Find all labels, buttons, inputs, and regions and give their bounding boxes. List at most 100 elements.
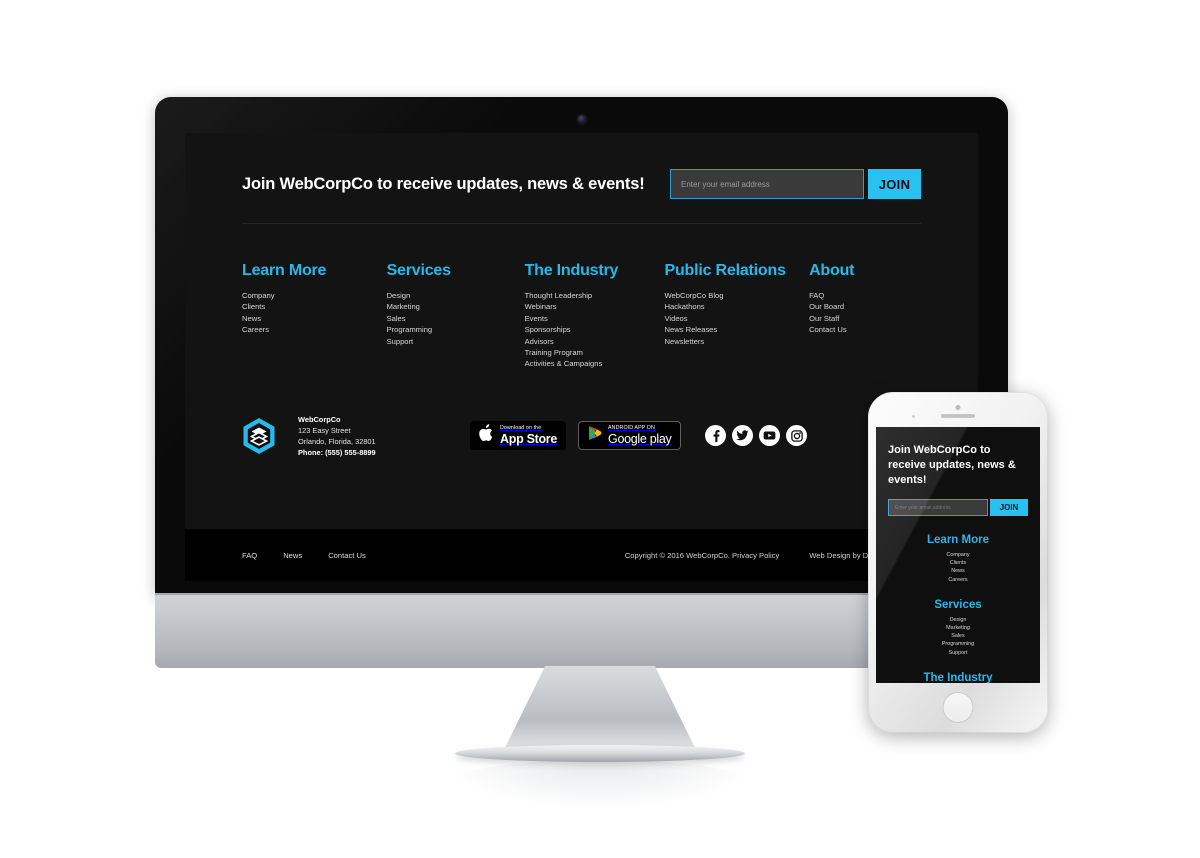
badge-big-text: App Store bbox=[500, 431, 558, 446]
hexagon-layers-logo bbox=[242, 417, 276, 455]
apple-icon bbox=[479, 424, 494, 447]
footer-links-section: Learn More Company Clients News Careers … bbox=[185, 224, 978, 400]
footer-link[interactable]: Company bbox=[242, 290, 387, 301]
phone-column-the-industry: The Industry bbox=[876, 672, 1040, 683]
footer-link[interactable]: Our Board bbox=[809, 301, 921, 312]
monitor-reflection bbox=[445, 760, 755, 808]
phone-email-input[interactable] bbox=[888, 499, 988, 516]
phone-speaker-icon bbox=[941, 414, 975, 418]
signup-section: Join WebCorpCo to receive updates, news … bbox=[185, 133, 978, 223]
phone-join-button[interactable]: JOIN bbox=[990, 499, 1028, 516]
footer-column-the-industry: The Industry Thought Leadership Webinars… bbox=[525, 262, 665, 370]
footer-link[interactable]: FAQ bbox=[809, 290, 921, 301]
phone-footer-link[interactable]: Company bbox=[876, 551, 1040, 559]
company-street: 123 Easy Street bbox=[298, 425, 351, 435]
footer-link[interactable]: WebCorpCo Blog bbox=[665, 290, 810, 301]
facebook-icon[interactable] bbox=[705, 425, 727, 447]
phone-column-services: Services Design Marketing Sales Programm… bbox=[876, 599, 1040, 657]
footer-link[interactable]: Our Staff bbox=[809, 313, 921, 324]
phone-signup-section: Join WebCorpCo to receive updates, news … bbox=[876, 427, 1040, 516]
bottom-bar-link-faq[interactable]: FAQ bbox=[242, 551, 257, 560]
signup-form: JOIN bbox=[670, 169, 921, 199]
footer-link[interactable]: Clients bbox=[242, 301, 387, 312]
footer-link[interactable]: Sales bbox=[387, 313, 525, 324]
bottom-bar-links: FAQ News Contact Us bbox=[242, 551, 366, 560]
site-footer: Join WebCorpCo to receive updates, news … bbox=[185, 133, 978, 581]
mockup-stage: Join WebCorpCo to receive updates, news … bbox=[0, 0, 1200, 858]
footer-link[interactable]: Design bbox=[387, 290, 525, 301]
footer-link[interactable]: News Releases bbox=[665, 324, 810, 335]
footer-link[interactable]: Activities & Campaigns bbox=[525, 358, 665, 369]
social-links bbox=[705, 425, 808, 447]
phone-sensor-icon bbox=[912, 415, 915, 418]
footer-info-section: WebCorpCo 123 Easy Street Orlando, Flori… bbox=[185, 400, 978, 478]
phone-screen: Join WebCorpCo to receive updates, news … bbox=[876, 427, 1040, 683]
footer-column-public-relations: Public Relations WebCorpCo Blog Hackatho… bbox=[665, 262, 810, 370]
badge-small-text: ANDROID APP ON bbox=[608, 425, 655, 432]
footer-link[interactable]: Newsletters bbox=[665, 336, 810, 347]
copyright-text: Copyright © 2016 WebCorpCo. Privacy Poli… bbox=[624, 550, 780, 560]
google-play-badge[interactable]: ANDROID APP ON Google play bbox=[578, 421, 682, 451]
bottom-bar-link-contact-us[interactable]: Contact Us bbox=[328, 551, 366, 560]
footer-link[interactable]: Programming bbox=[387, 324, 525, 335]
monitor-stand-neck bbox=[502, 666, 698, 754]
phone-footer-link[interactable]: Clients bbox=[876, 559, 1040, 567]
footer-link[interactable]: Marketing bbox=[387, 301, 525, 312]
footer-link[interactable]: Thought Leadership bbox=[525, 290, 665, 301]
footer-bottom-bar: FAQ News Contact Us Copyright © 2016 Web… bbox=[185, 529, 978, 581]
phone-column-heading: The Industry bbox=[923, 671, 993, 683]
phone-footer-links: Learn More Company Clients News Careers … bbox=[876, 534, 1040, 683]
company-city-state-zip: Orlando, Florida, 32801 bbox=[298, 436, 376, 446]
smartphone: Join WebCorpCo to receive updates, news … bbox=[868, 392, 1048, 733]
phone-column-heading: Learn More bbox=[927, 534, 989, 546]
phone-footer-link[interactable]: Careers bbox=[876, 576, 1040, 584]
instagram-icon[interactable] bbox=[786, 425, 808, 447]
footer-link[interactable]: Support bbox=[387, 336, 525, 347]
phone-footer-link[interactable]: Support bbox=[876, 649, 1040, 657]
monitor-screen: Join WebCorpCo to receive updates, news … bbox=[185, 133, 978, 581]
footer-link[interactable]: Events bbox=[525, 313, 665, 324]
footer-link[interactable]: Webinars bbox=[525, 301, 665, 312]
phone-footer-link[interactable]: Design bbox=[876, 616, 1040, 624]
google-play-icon bbox=[588, 425, 602, 446]
badge-small-text: Download on the bbox=[500, 425, 542, 432]
column-heading: Services bbox=[386, 262, 451, 279]
youtube-icon[interactable] bbox=[759, 425, 781, 447]
phone-footer-link[interactable]: Marketing bbox=[876, 624, 1040, 632]
phone-column-heading: Services bbox=[934, 598, 982, 611]
column-heading: The Industry bbox=[524, 262, 619, 279]
badge-big-text: Google play bbox=[608, 431, 672, 446]
webcam-icon bbox=[577, 115, 586, 124]
column-heading: About bbox=[809, 262, 855, 279]
phone-column-learn-more: Learn More Company Clients News Careers bbox=[876, 534, 1040, 584]
footer-column-learn-more: Learn More Company Clients News Careers bbox=[242, 262, 387, 370]
footer-link[interactable]: Sponsorships bbox=[525, 324, 665, 335]
company-address: WebCorpCo 123 Easy Street Orlando, Flori… bbox=[298, 414, 448, 458]
bottom-bar-link-news[interactable]: News bbox=[283, 551, 302, 560]
company-name: WebCorpCo bbox=[298, 414, 341, 424]
email-input[interactable] bbox=[670, 169, 864, 199]
phone-signup-form: JOIN bbox=[888, 499, 1028, 516]
footer-link[interactable]: Hackathons bbox=[665, 301, 810, 312]
app-store-badge[interactable]: Download on the App Store bbox=[470, 421, 567, 451]
column-heading: Public Relations bbox=[664, 262, 786, 279]
column-heading: Learn More bbox=[242, 262, 327, 279]
footer-column-services: Services Design Marketing Sales Programm… bbox=[387, 262, 525, 370]
app-store-badges: Download on the App Store ANDROID APP ON… bbox=[470, 421, 682, 451]
footer-column-about: About FAQ Our Board Our Staff Contact Us bbox=[809, 262, 921, 370]
phone-signup-title: Join WebCorpCo to receive updates, news … bbox=[888, 444, 1016, 486]
footer-link[interactable]: News bbox=[242, 313, 387, 324]
footer-link[interactable]: Careers bbox=[242, 324, 387, 335]
phone-home-button[interactable] bbox=[942, 692, 974, 723]
footer-link[interactable]: Training Program bbox=[525, 347, 665, 358]
footer-link[interactable]: Advisors bbox=[525, 336, 665, 347]
phone-footer-link[interactable]: Programming bbox=[876, 640, 1040, 648]
company-phone: Phone: (555) 555-8899 bbox=[298, 447, 376, 457]
signup-title: Join WebCorpCo to receive updates, news … bbox=[242, 174, 645, 193]
footer-link[interactable]: Videos bbox=[665, 313, 810, 324]
phone-footer-link[interactable]: News bbox=[876, 567, 1040, 575]
footer-link[interactable]: Contact Us bbox=[809, 324, 921, 335]
twitter-icon[interactable] bbox=[732, 425, 754, 447]
join-button[interactable]: JOIN bbox=[868, 169, 921, 199]
phone-footer-link[interactable]: Sales bbox=[876, 632, 1040, 640]
